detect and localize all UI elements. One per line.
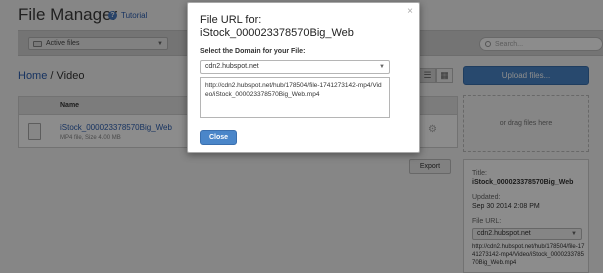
modal-title: File URL for: iStock_000023378570Big_Web bbox=[200, 14, 354, 39]
chevron-down-icon: ▼ bbox=[379, 64, 385, 70]
close-button[interactable]: Close bbox=[200, 130, 237, 145]
domain-select-value: cdn2.hubspot.net bbox=[205, 63, 259, 70]
file-url-modal: × File URL for: iStock_000023378570Big_W… bbox=[187, 2, 420, 153]
domain-select[interactable]: cdn2.hubspot.net ▼ bbox=[200, 60, 390, 74]
close-icon[interactable]: × bbox=[407, 6, 413, 17]
file-url-textarea[interactable]: http://cdn2.hubspot.net/hub/178504/file-… bbox=[200, 77, 390, 118]
domain-label: Select the Domain for your File: bbox=[200, 48, 306, 55]
